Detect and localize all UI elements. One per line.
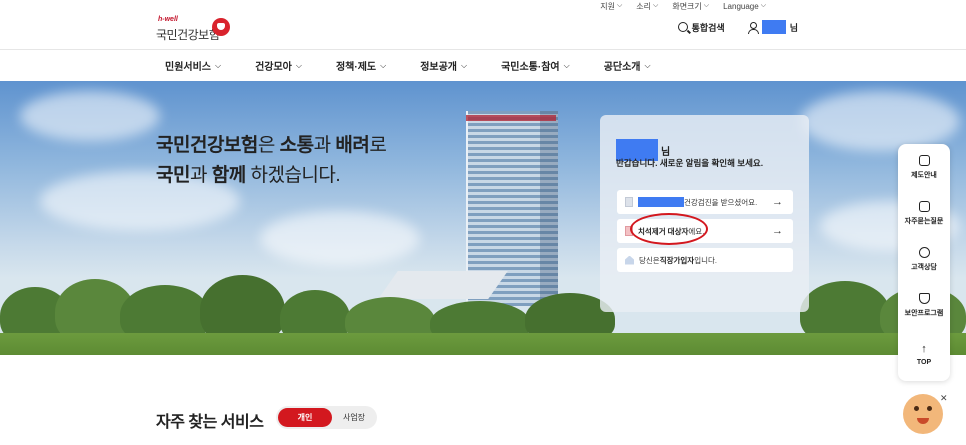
close-icon[interactable]: ✕	[940, 393, 948, 404]
notification-subscriber-type: 당신은 직장가입자 입니다.	[617, 248, 793, 272]
arrow-right-icon: →	[772, 196, 783, 208]
nav-disclosure[interactable]: 정보공개 ⌵	[420, 58, 468, 74]
chevron-down-icon: ⌵	[653, 2, 659, 9]
chatbot-mascot[interactable]	[903, 394, 943, 434]
quick-menu-security[interactable]: 보안프로그램	[898, 282, 950, 328]
book-icon	[918, 154, 930, 166]
redacted-name	[638, 197, 684, 207]
utility-language[interactable]: Language ⌵	[723, 0, 766, 12]
faq-icon	[918, 200, 930, 212]
arrow-up-icon: ↑	[921, 343, 927, 355]
utility-screen-size[interactable]: 화면크기 ⌵	[672, 0, 709, 12]
site-header: h-well 국민건강보험 통합검색 님	[0, 12, 966, 50]
header-actions: 통합검색 님	[677, 20, 798, 34]
document-icon	[625, 197, 633, 207]
chevron-down-icon: ⌵	[215, 60, 222, 70]
quick-menu-policy-guide[interactable]: 제도안내	[898, 144, 950, 190]
user-icon	[747, 21, 759, 34]
arrow-right-icon: →	[772, 225, 783, 237]
integrated-search-label: 통합검색	[691, 22, 725, 33]
main-nav: 민원서비스 ⌵ 건강모아 ⌵ 정책·제도 ⌵ 정보공개 ⌵ 국민소통·참여 ⌵ 공단소개 ⌵	[0, 50, 966, 81]
notification-checkup[interactable]: 건강검진을 받으셨어요. →	[617, 190, 793, 214]
quick-menu: 제도안내 자주묻는질문 고객상담 보안프로그램 ↑ TOP	[898, 144, 950, 381]
frequent-services-title: 자주 찾는 서비스	[156, 414, 264, 431]
utility-bar: 지원 ⌵ 소리 ⌵ 화면크기 ⌵ Language ⌵	[600, 0, 766, 12]
chevron-down-icon: ⌵	[461, 60, 468, 70]
hero-slogan: 국민건강보험은 소통과 배려로 국민과 함께 하겠습니다.	[156, 131, 387, 191]
red-circle-annotation	[630, 213, 708, 245]
redacted-username	[761, 20, 786, 34]
chevron-down-icon: ⌵	[703, 2, 710, 9]
utility-sound[interactable]: 소리 ⌵	[636, 0, 658, 12]
cloud-shape	[20, 91, 160, 141]
site-logo[interactable]: h-well 국민건강보험	[156, 16, 236, 48]
service-audience-toggle: 개인 사업장	[276, 406, 377, 429]
chat-icon	[918, 246, 930, 258]
chevron-down-icon: ⌵	[760, 2, 766, 9]
tab-personal[interactable]: 개인	[278, 408, 332, 427]
search-icon	[677, 22, 688, 32]
cloud-shape	[260, 211, 420, 266]
hero-line-2: 국민과 함께 하겠습니다.	[156, 165, 341, 186]
chevron-down-icon: ⌵	[380, 60, 387, 70]
nav-about[interactable]: 공단소개 ⌵	[604, 58, 651, 74]
chevron-down-icon: ⌵	[295, 60, 302, 70]
utility-support[interactable]: 지원 ⌵	[600, 0, 622, 12]
hero-line-1: 국민건강보험은 소통과 배려로	[156, 135, 387, 156]
chevron-down-icon: ⌵	[644, 60, 651, 70]
heart-logo-icon	[212, 18, 230, 36]
hero-banner: 국민건강보험은 소통과 배려로 국민과 함께 하겠습니다. 님 반갑습니다. 새…	[0, 81, 966, 355]
notification-card: 님 반갑습니다. 새로운 알림을 확인해 보세요. 건강검진을 받으셨어요. →…	[600, 115, 809, 312]
quick-menu-consult[interactable]: 고객상담	[898, 236, 950, 282]
building-icon	[625, 255, 634, 265]
cloud-shape	[800, 91, 960, 151]
nav-health[interactable]: 건강모아 ⌵	[255, 58, 302, 74]
user-suffix: 님	[789, 22, 798, 33]
tower-sign	[466, 115, 556, 121]
chevron-down-icon: ⌵	[563, 60, 570, 70]
chevron-down-icon: ⌵	[616, 2, 623, 9]
logo-name: 국민건강보험	[156, 28, 220, 42]
lawn	[0, 333, 966, 355]
tab-business[interactable]: 사업장	[334, 408, 374, 427]
quick-menu-top[interactable]: ↑ TOP	[898, 332, 950, 378]
user-menu[interactable]: 님	[747, 20, 798, 34]
logo-tagline: h-well	[158, 16, 178, 23]
card-greeting: 반갑습니다. 새로운 알림을 확인해 보세요.	[616, 158, 764, 168]
shield-icon	[918, 292, 930, 304]
nav-civil-service[interactable]: 민원서비스 ⌵	[165, 58, 222, 74]
nav-policy[interactable]: 정책·제도 ⌵	[336, 58, 387, 74]
nav-communication[interactable]: 국민소통·참여 ⌵	[501, 58, 570, 74]
quick-menu-faq[interactable]: 자주묻는질문	[898, 190, 950, 236]
integrated-search-button[interactable]: 통합검색	[677, 21, 725, 34]
